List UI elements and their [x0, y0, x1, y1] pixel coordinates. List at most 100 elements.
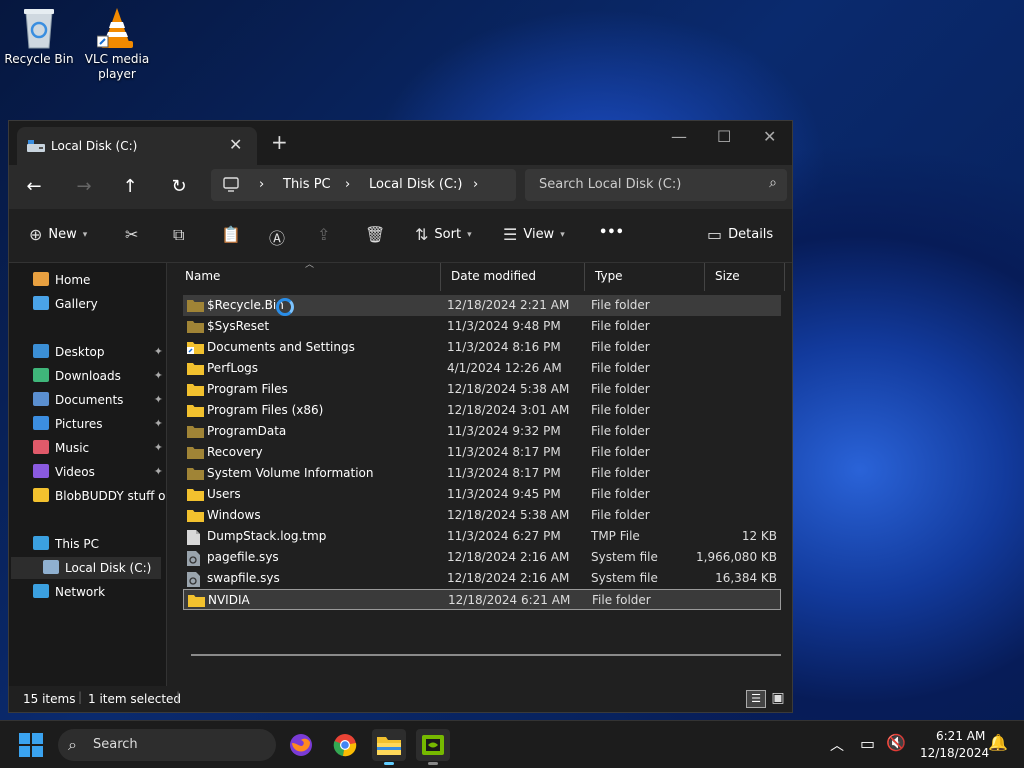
- sidebar-item-gallery[interactable]: Gallery: [13, 293, 163, 315]
- chrome-icon[interactable]: [328, 729, 362, 761]
- taskbar-search[interactable]: ⌕ Search: [58, 729, 276, 761]
- chevron-up-icon[interactable]: ︿: [830, 735, 844, 755]
- file-row[interactable]: ProgramData 11/3/2024 9:32 PM File folder: [183, 421, 781, 442]
- clock-time[interactable]: 6:21 AM: [936, 729, 985, 743]
- tab-local-disk[interactable]: Local Disk (C:) ✕: [17, 127, 257, 165]
- rename-button[interactable]: Ⓐ: [269, 225, 285, 249]
- close-tab-icon[interactable]: ✕: [229, 135, 242, 154]
- breadcrumb[interactable]: › This PC › Local Disk (C:) ›: [211, 169, 516, 201]
- sidebar-item-pictures[interactable]: Pictures ✦: [13, 413, 163, 435]
- forward-button[interactable]: →: [71, 175, 97, 201]
- sidebar-item-network[interactable]: Network: [13, 581, 163, 603]
- horizontal-scrollbar[interactable]: [191, 654, 781, 656]
- file-row[interactable]: pagefile.sys 12/18/2024 2:16 AM System fil…: [183, 547, 781, 568]
- file-row[interactable]: Program Files (x86) 12/18/2024 3:01 AM Fil…: [183, 400, 781, 421]
- refresh-button[interactable]: ↻: [166, 175, 192, 201]
- column-header-size[interactable]: Size: [705, 263, 785, 291]
- details-pane-button[interactable]: ▭ Details: [707, 225, 773, 244]
- file-date: 12/18/2024 3:01 AM: [447, 403, 570, 417]
- pin-icon[interactable]: ✦: [154, 417, 163, 430]
- sort-button[interactable]: ⇅ Sort ▾: [415, 225, 472, 244]
- tiles-view-toggle[interactable]: ▣: [769, 690, 787, 708]
- file-date: 12/18/2024 2:16 AM: [447, 571, 570, 585]
- file-type: File folder: [591, 508, 650, 522]
- clock-date[interactable]: 12/18/2024: [920, 746, 989, 760]
- firefox-icon[interactable]: [284, 729, 318, 761]
- home-icon: [33, 272, 49, 286]
- documents-icon: [33, 392, 49, 406]
- details-view-toggle[interactable]: ☰: [746, 690, 766, 708]
- sidebar-item-label: Home: [55, 273, 91, 287]
- column-header-name[interactable]: Name: [175, 263, 441, 291]
- copy-button[interactable]: ⧉: [173, 225, 184, 245]
- paste-button[interactable]: 📋: [221, 225, 241, 244]
- delete-button[interactable]: 🗑: [365, 225, 385, 244]
- folder-icon: [187, 383, 204, 396]
- close-window-button[interactable]: ✕: [763, 127, 776, 146]
- sidebar-item-downloads[interactable]: Downloads ✦: [13, 365, 163, 387]
- file-type: File folder: [591, 424, 650, 438]
- back-button[interactable]: ←: [21, 175, 47, 201]
- file-row[interactable]: System Volume Information 11/3/2024 8:17 …: [183, 463, 781, 484]
- sidebar-item-label: Pictures: [55, 417, 103, 431]
- sidebar-item-desktop[interactable]: Desktop ✦: [13, 341, 163, 363]
- start-button[interactable]: [14, 729, 48, 761]
- maximize-button[interactable]: ☐: [717, 127, 731, 146]
- file-row[interactable]: $Recycle.Bin 12/18/2024 2:21 AM File folde…: [183, 295, 781, 316]
- file-name: Program Files (x86): [207, 403, 324, 417]
- file-name: ProgramData: [207, 424, 287, 438]
- file-row[interactable]: swapfile.sys 12/18/2024 2:16 AM System fil…: [183, 568, 781, 589]
- file-row[interactable]: Documents and Settings 11/3/2024 8:16 PM F…: [183, 337, 781, 358]
- file-name: $SysReset: [207, 319, 270, 333]
- this-pc-icon: [33, 536, 49, 550]
- pin-icon[interactable]: ✦: [154, 345, 163, 358]
- sidebar-item-home[interactable]: Home: [13, 269, 163, 291]
- column-header-date[interactable]: Date modified: [441, 263, 585, 291]
- sidebar-item-videos[interactable]: Videos ✦: [13, 461, 163, 483]
- up-button[interactable]: ↑: [117, 175, 143, 201]
- pin-icon[interactable]: ✦: [154, 441, 163, 454]
- file-row[interactable]: DumpStack.log.tmp 11/3/2024 6:27 PM TMP Fi…: [183, 526, 781, 547]
- pin-icon[interactable]: ✦: [154, 465, 163, 478]
- sidebar-item-music[interactable]: Music ✦: [13, 437, 163, 459]
- file-row[interactable]: $SysReset 11/3/2024 9:48 PM File folder: [183, 316, 781, 337]
- notification-bell-icon[interactable]: 🔔: [988, 733, 1008, 752]
- sidebar-item-local-disk-c[interactable]: Local Disk (C:): [11, 557, 161, 579]
- new-button[interactable]: ⊕ New ▾: [29, 225, 87, 244]
- drive-icon: [27, 140, 45, 152]
- pin-icon[interactable]: ✦: [154, 393, 163, 406]
- file-row[interactable]: PerfLogs 4/1/2024 12:26 AM File folder: [183, 358, 781, 379]
- nvidia-icon[interactable]: [416, 729, 450, 765]
- more-options-button[interactable]: •••: [599, 225, 624, 240]
- pin-icon[interactable]: ✦: [154, 369, 163, 382]
- trash-icon: 🗑: [365, 225, 386, 244]
- search-input[interactable]: Search Local Disk (C:) ⌕: [525, 169, 787, 201]
- minimize-button[interactable]: —: [671, 127, 687, 146]
- cut-button[interactable]: ✂: [125, 225, 138, 244]
- system-file-icon: [187, 551, 204, 566]
- gallery-icon: [33, 296, 49, 310]
- item-count: 15 items: [23, 692, 76, 706]
- network-icon[interactable]: ▭: [860, 734, 875, 753]
- file-row[interactable]: Windows 12/18/2024 5:38 AM File folder: [183, 505, 781, 526]
- folder-icon: [187, 488, 204, 501]
- sidebar-item-this-pc[interactable]: This PC: [13, 533, 163, 555]
- file-size: 12 KB: [741, 529, 777, 543]
- file-row[interactable]: Users 11/3/2024 9:45 PM File folder: [183, 484, 781, 505]
- file-row[interactable]: NVIDIA 12/18/2024 6:21 AM File folder: [183, 589, 781, 610]
- volume-muted-icon[interactable]: 🔇: [886, 733, 906, 752]
- new-tab-button[interactable]: +: [271, 132, 288, 152]
- share-button[interactable]: ⇪: [317, 225, 330, 244]
- desktop-icon-recycle-bin[interactable]: Recycle Bin: [0, 6, 78, 67]
- desktop-icon-vlc[interactable]: VLC media player: [78, 6, 156, 82]
- file-row[interactable]: Recovery 11/3/2024 8:17 PM File folder: [183, 442, 781, 463]
- column-header-type[interactable]: Type: [585, 263, 705, 291]
- file-row[interactable]: Program Files 12/18/2024 5:38 AM File fold…: [183, 379, 781, 400]
- view-button[interactable]: ☰ View ▾: [503, 225, 565, 244]
- sidebar-item-documents[interactable]: Documents ✦: [13, 389, 163, 411]
- sidebar-item-blobbuddy-stuff-or-s[interactable]: BlobBUDDY stuff or s: [13, 485, 166, 507]
- taskbar: ⌕ Search ︿ ▭ 🔇 6:21 AM 12/18/2024 🔔: [0, 720, 1024, 768]
- breadcrumb-this-pc[interactable]: This PC: [283, 177, 331, 192]
- breadcrumb-local-disk[interactable]: Local Disk (C:): [369, 177, 462, 192]
- file-explorer-icon[interactable]: [372, 729, 406, 765]
